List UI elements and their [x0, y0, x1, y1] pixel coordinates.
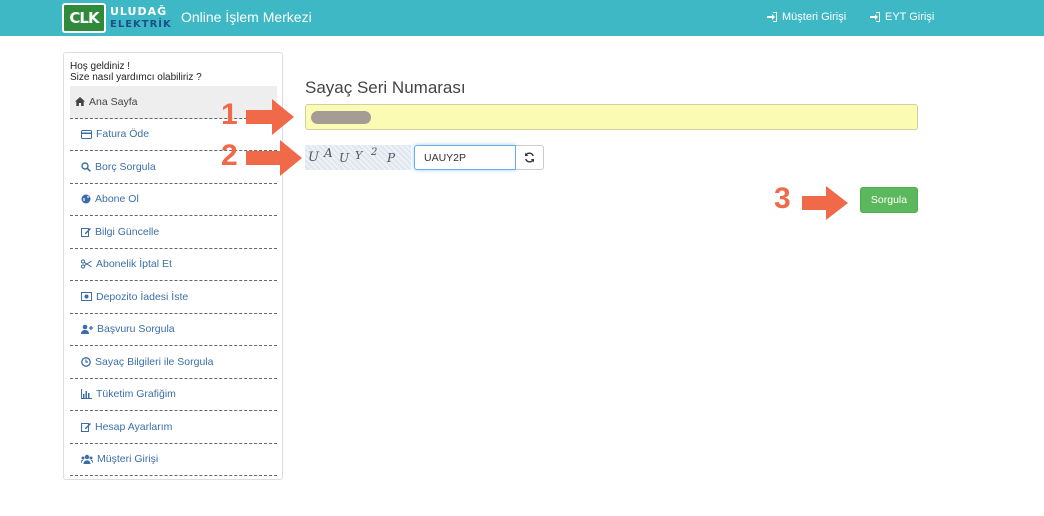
submit-button[interactable]: Sorgula — [860, 187, 918, 213]
sidebar-item-label: Abone Ol — [95, 193, 139, 206]
sidebar-item-label: Fatura Öde — [96, 128, 150, 141]
money-icon — [81, 292, 92, 302]
sign-in-icon — [870, 12, 880, 22]
annotation-arrow-1 — [246, 99, 294, 135]
customer-login-link[interactable]: Müşteri Girişi — [767, 11, 846, 23]
captcha-char: A — [324, 146, 333, 160]
annotation-arrow-2 — [246, 140, 302, 176]
sidebar-item-consumption-chart[interactable]: Tüketim Grafiğim — [70, 379, 277, 411]
home-icon — [75, 97, 85, 107]
serial-number-input[interactable] — [305, 104, 918, 130]
captcha-image: U A U Y 2 P — [305, 145, 411, 170]
refresh-captcha-button[interactable] — [516, 145, 544, 170]
greeting-line1: Hoş geldiniz ! — [70, 61, 131, 72]
sidebar-item-cancel-subscription[interactable]: Abonelik İptal Et — [70, 249, 277, 281]
sidebar-item-application-query[interactable]: Başvuru Sorgula — [70, 314, 277, 346]
sidebar-item-label: Başvuru Sorgula — [97, 323, 175, 336]
customer-login-label: Müşteri Girişi — [782, 11, 847, 23]
sidebar-item-label: Bilgi Güncelle — [95, 225, 160, 238]
page-title: Sayaç Seri Numarası — [305, 78, 466, 97]
sidebar-item-subscribe[interactable]: Abone Ol — [70, 184, 277, 216]
users-icon — [81, 455, 93, 465]
sidebar-item-label: Tüketim Grafiğim — [96, 388, 176, 401]
annotation-arrow-3 — [802, 186, 848, 220]
captcha-char: P — [387, 151, 396, 165]
logo-line1: ULUDAĞ — [110, 5, 168, 18]
sidebar-item-label: Müşteri Girişi — [97, 453, 159, 466]
sidebar-item-label: Borç Sorgula — [95, 160, 156, 173]
sidebar-item-customer-login[interactable]: Müşteri Girişi — [70, 444, 277, 476]
sidebar-item-account-settings[interactable]: Hesap Ayarlarım — [70, 411, 277, 444]
step-number-3: 3 — [774, 182, 791, 215]
app-title: Online İşlem Merkezi — [181, 9, 312, 25]
eyt-login-label: EYT Girişi — [885, 11, 935, 23]
step-number-1: 1 — [221, 98, 238, 131]
captcha-char: 2 — [371, 147, 378, 158]
user-plus-icon — [81, 324, 93, 335]
credit-card-icon — [81, 129, 92, 139]
captcha-char: U — [339, 151, 350, 165]
sign-in-icon — [767, 12, 777, 22]
eyt-login-link[interactable]: EYT Girişi — [870, 11, 934, 23]
edit-icon — [81, 422, 91, 432]
captcha-char: U — [308, 150, 319, 165]
sidebar-item-meter-query[interactable]: Sayaç Bilgileri ile Sorgula — [70, 346, 277, 379]
bar-chart-icon — [81, 389, 92, 400]
sidebar-item-label: Ana Sayfa — [89, 95, 138, 108]
step-number-2: 2 — [221, 139, 238, 172]
sidebar-item-label: Abonelik İptal Et — [96, 258, 172, 271]
redacted-value — [311, 111, 371, 124]
search-icon — [81, 162, 91, 172]
logo-text: ULUDAĞ ELEKTRİK — [110, 5, 172, 31]
top-bar: CLK ULUDAĞ ELEKTRİK Online İşlem Merkezi… — [0, 0, 1044, 36]
globe-icon — [81, 194, 91, 204]
sidebar-item-label: Hesap Ayarlarım — [95, 420, 173, 433]
captcha-char: Y — [355, 149, 363, 162]
clock-icon — [81, 356, 91, 367]
scissors-icon — [81, 259, 92, 269]
logo-mark: CLK — [62, 3, 106, 33]
sidebar-item-update-info[interactable]: Bilgi Güncelle — [70, 216, 277, 249]
greeting: Hoş geldiniz ! Size nasıl yardımcı olabi… — [70, 61, 202, 83]
edit-icon — [81, 227, 91, 237]
captcha-input[interactable] — [414, 145, 516, 170]
greeting-line2: Size nasıl yardımcı olabiliriz ? — [70, 72, 202, 83]
sidebar-item-label: Depozito İadesi İste — [96, 290, 189, 303]
brand-logo[interactable]: CLK ULUDAĞ ELEKTRİK — [62, 2, 172, 34]
logo-line2: ELEKTRİK — [110, 19, 172, 30]
sidebar-item-label: Sayaç Bilgileri ile Sorgula — [95, 355, 214, 368]
refresh-icon — [525, 152, 534, 163]
sidebar-item-deposit-refund[interactable]: Depozito İadesi İste — [70, 281, 277, 314]
